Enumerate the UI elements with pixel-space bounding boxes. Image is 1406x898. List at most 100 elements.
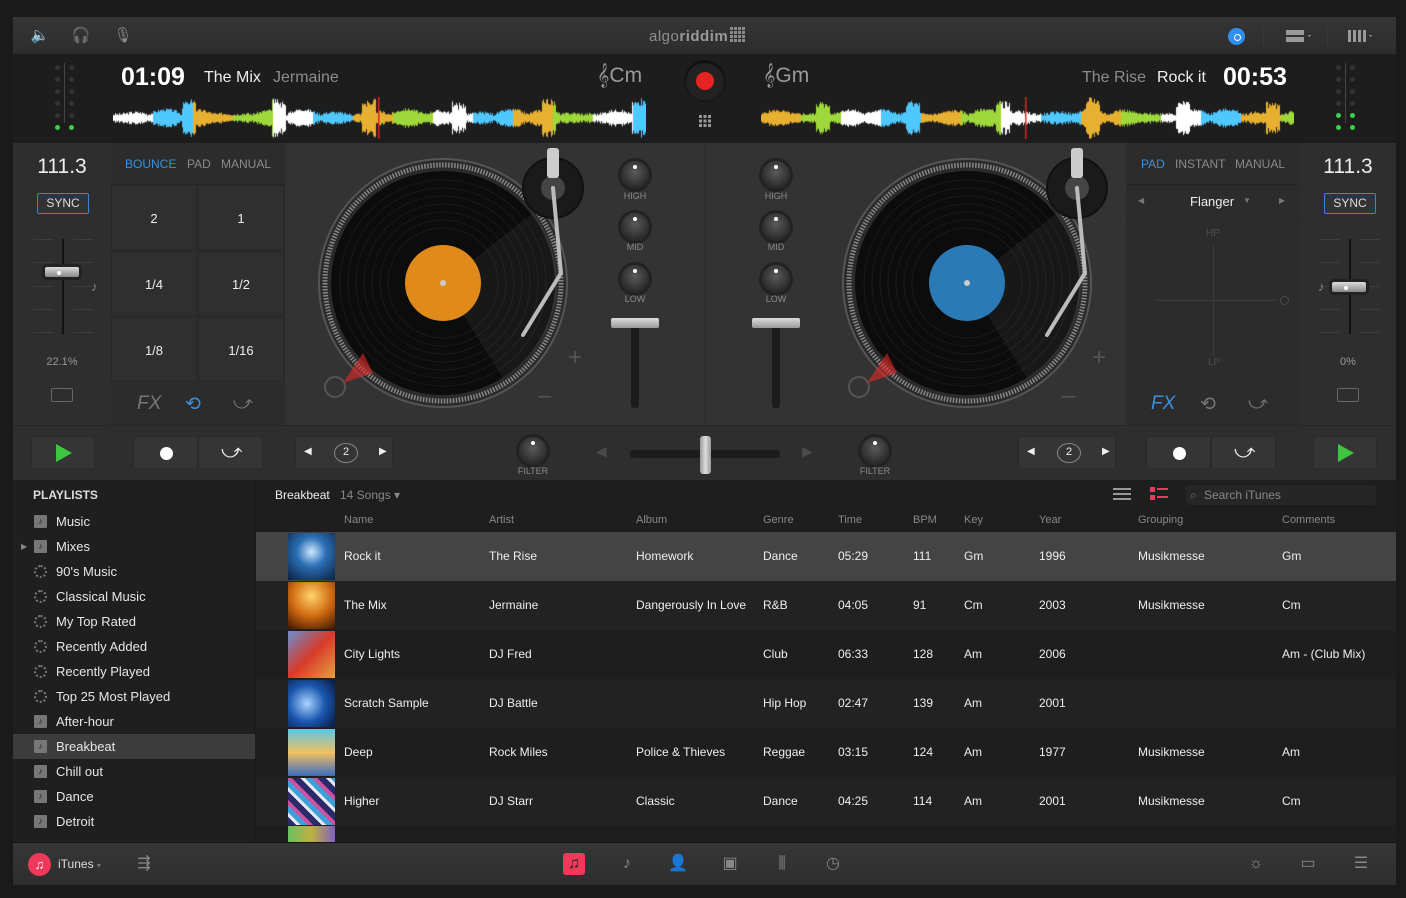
sync-button[interactable]: SYNC: [1324, 193, 1376, 214]
column-header-artist[interactable]: Artist: [489, 514, 514, 526]
sidebar-item-dance[interactable]: ♪ Dance: [13, 784, 255, 809]
sidebar-item-recently-played[interactable]: Recently Played: [13, 659, 255, 684]
sync-button[interactable]: SYNC: [37, 193, 89, 214]
tab-manual[interactable]: MANUAL: [1235, 157, 1285, 171]
pitch-bend-button[interactable]: [848, 376, 870, 398]
genres-icon[interactable]: ⫼: [771, 853, 793, 875]
crossfader-left-icon[interactable]: ◀: [596, 443, 607, 460]
turntable-left[interactable]: +–: [285, 143, 615, 425]
sidebar-item-music[interactable]: ♪ Music: [13, 509, 255, 534]
crossfader-handle[interactable]: [699, 436, 711, 474]
column-header-name[interactable]: Name: [344, 514, 373, 526]
column-header-key[interactable]: Key: [964, 514, 983, 526]
sidebar-item-chill-out[interactable]: ♪ Chill out: [13, 759, 255, 784]
eq-high-knob[interactable]: [762, 161, 790, 189]
albums-icon[interactable]: ▣: [719, 853, 741, 875]
audio-output-icon[interactable]: [1228, 28, 1245, 45]
layout-icon[interactable]: [1283, 26, 1317, 46]
cue-button-right[interactable]: [1146, 436, 1211, 469]
list-view-icon[interactable]: [1113, 487, 1131, 501]
plus-icon[interactable]: +: [1092, 344, 1106, 371]
loop-pad[interactable]: 1/4: [111, 251, 197, 316]
disclosure-icon[interactable]: ▶: [21, 534, 27, 559]
column-header-album[interactable]: Album: [636, 514, 667, 526]
eq-mid-knob[interactable]: [762, 213, 790, 241]
crossfader-right-icon[interactable]: ▶: [802, 443, 813, 460]
loop-pad[interactable]: 1/8: [111, 317, 197, 382]
filter-knob-right[interactable]: [861, 437, 889, 465]
column-header-comments[interactable]: Comments: [1282, 514, 1335, 526]
crossfader[interactable]: [630, 436, 780, 474]
loop-pad[interactable]: 2: [111, 185, 197, 250]
loop-icon[interactable]: ⟲: [1200, 393, 1216, 416]
track-row[interactable]: Rock it The Rise Homework Dance 05:29 111 Gm 19…: [256, 532, 1396, 581]
skip-icon[interactable]: ⤻: [1248, 393, 1268, 415]
detail-view-icon[interactable]: [1150, 487, 1168, 501]
sidebar-item-mixes[interactable]: ▶ ♪ Mixes: [13, 534, 255, 559]
deck-switch-icon[interactable]: [1337, 388, 1359, 402]
next-fx-icon[interactable]: ▶: [1279, 196, 1285, 205]
fx-selector[interactable]: ◀ Flanger ▼ ▶: [1126, 185, 1300, 219]
tab-pad[interactable]: PAD: [187, 157, 211, 171]
skip-icon[interactable]: ⤻: [233, 393, 253, 415]
itunes-icon[interactable]: ♫: [28, 853, 51, 876]
volume-fader-handle[interactable]: [611, 318, 659, 328]
tab-pad[interactable]: PAD: [1141, 157, 1165, 171]
column-header-grouping[interactable]: Grouping: [1138, 514, 1183, 526]
sidebar-item-top-25-most-played[interactable]: Top 25 Most Played: [13, 684, 255, 709]
track-row[interactable]: Deep Rock Miles Police & Thieves Reggae 03:1…: [256, 728, 1396, 777]
waveform-right[interactable]: [761, 97, 1294, 139]
column-header-bpm[interactable]: BPM: [913, 514, 937, 526]
microphone-icon[interactable]: 🎙: [112, 26, 134, 46]
songs-icon[interactable]: ♪: [616, 853, 638, 875]
columns-icon[interactable]: [1345, 26, 1379, 46]
cue-button-left[interactable]: [133, 436, 198, 469]
search-input[interactable]: ⌕ Search iTunes: [1186, 485, 1376, 505]
minus-icon[interactable]: –: [538, 382, 552, 409]
record-button[interactable]: [685, 61, 725, 101]
loop-icon[interactable]: ⟲: [185, 393, 201, 416]
pitch-slider[interactable]: ♪: [33, 239, 98, 334]
song-count-dropdown[interactable]: 14 Songs ▾: [340, 488, 400, 502]
column-header-genre[interactable]: Genre: [763, 514, 794, 526]
queue-list-icon[interactable]: ☰: [1350, 853, 1372, 875]
sidebar-item-breakbeat[interactable]: ♪ Breakbeat: [13, 734, 255, 759]
eq-low-knob[interactable]: [621, 265, 649, 293]
tab-instant[interactable]: INSTANT: [1175, 157, 1225, 171]
loop-pad[interactable]: 1/2: [198, 251, 284, 316]
waveform-left[interactable]: [113, 97, 646, 139]
track-row[interactable]: City Lights DJ Fred Club 06:33 128 Am 2006 Am -…: [256, 630, 1396, 679]
filter-knob-left[interactable]: [519, 437, 547, 465]
tab-bounce[interactable]: BOUNCE: [125, 157, 176, 171]
pitch-slider[interactable]: ♪: [1318, 239, 1380, 334]
track-row[interactable]: Scratch Sample DJ Battle Hip Hop 02:47 139 Am…: [256, 679, 1396, 728]
eq-high-knob[interactable]: [621, 161, 649, 189]
loop-decrease-icon[interactable]: ◀: [304, 446, 312, 457]
skip-button-left[interactable]: ⤻: [198, 436, 263, 469]
plus-icon[interactable]: +: [568, 344, 582, 371]
queue-icon[interactable]: ⇶: [133, 853, 155, 875]
loop-decrease-icon[interactable]: ◀: [1027, 446, 1035, 457]
prev-fx-icon[interactable]: ◀: [1138, 196, 1144, 205]
loop-increase-icon[interactable]: ▶: [379, 446, 387, 457]
turntable-right[interactable]: +–: [809, 143, 1139, 425]
column-header-time[interactable]: Time: [838, 514, 862, 526]
tab-manual[interactable]: MANUAL: [221, 157, 271, 171]
deck-switch-icon[interactable]: [51, 388, 73, 402]
sidebar-item-my-top-rated[interactable]: My Top Rated: [13, 609, 255, 634]
sidebar-item-90-s-music[interactable]: 90's Music: [13, 559, 255, 584]
eq-mid-knob[interactable]: [621, 213, 649, 241]
brightness-icon[interactable]: ☼: [1245, 853, 1267, 875]
fx-button[interactable]: FX: [1151, 393, 1175, 415]
volume-fader-left[interactable]: [611, 318, 659, 408]
volume-fader-handle[interactable]: [752, 318, 800, 328]
column-header-year[interactable]: Year: [1039, 514, 1061, 526]
sidebar-item-classical-music[interactable]: Classical Music: [13, 584, 255, 609]
fx-xy-pad[interactable]: HP LP: [1126, 220, 1300, 380]
fx-pad-handle[interactable]: [1280, 296, 1289, 305]
deck-left-key[interactable]: 𝄞Cm: [597, 64, 642, 88]
pitch-slider-handle[interactable]: [1332, 282, 1366, 292]
playlists-icon[interactable]: ♫: [563, 853, 585, 875]
sidebar-item-after-hour[interactable]: ♪ After-hour: [13, 709, 255, 734]
history-icon[interactable]: ◷: [822, 853, 844, 875]
